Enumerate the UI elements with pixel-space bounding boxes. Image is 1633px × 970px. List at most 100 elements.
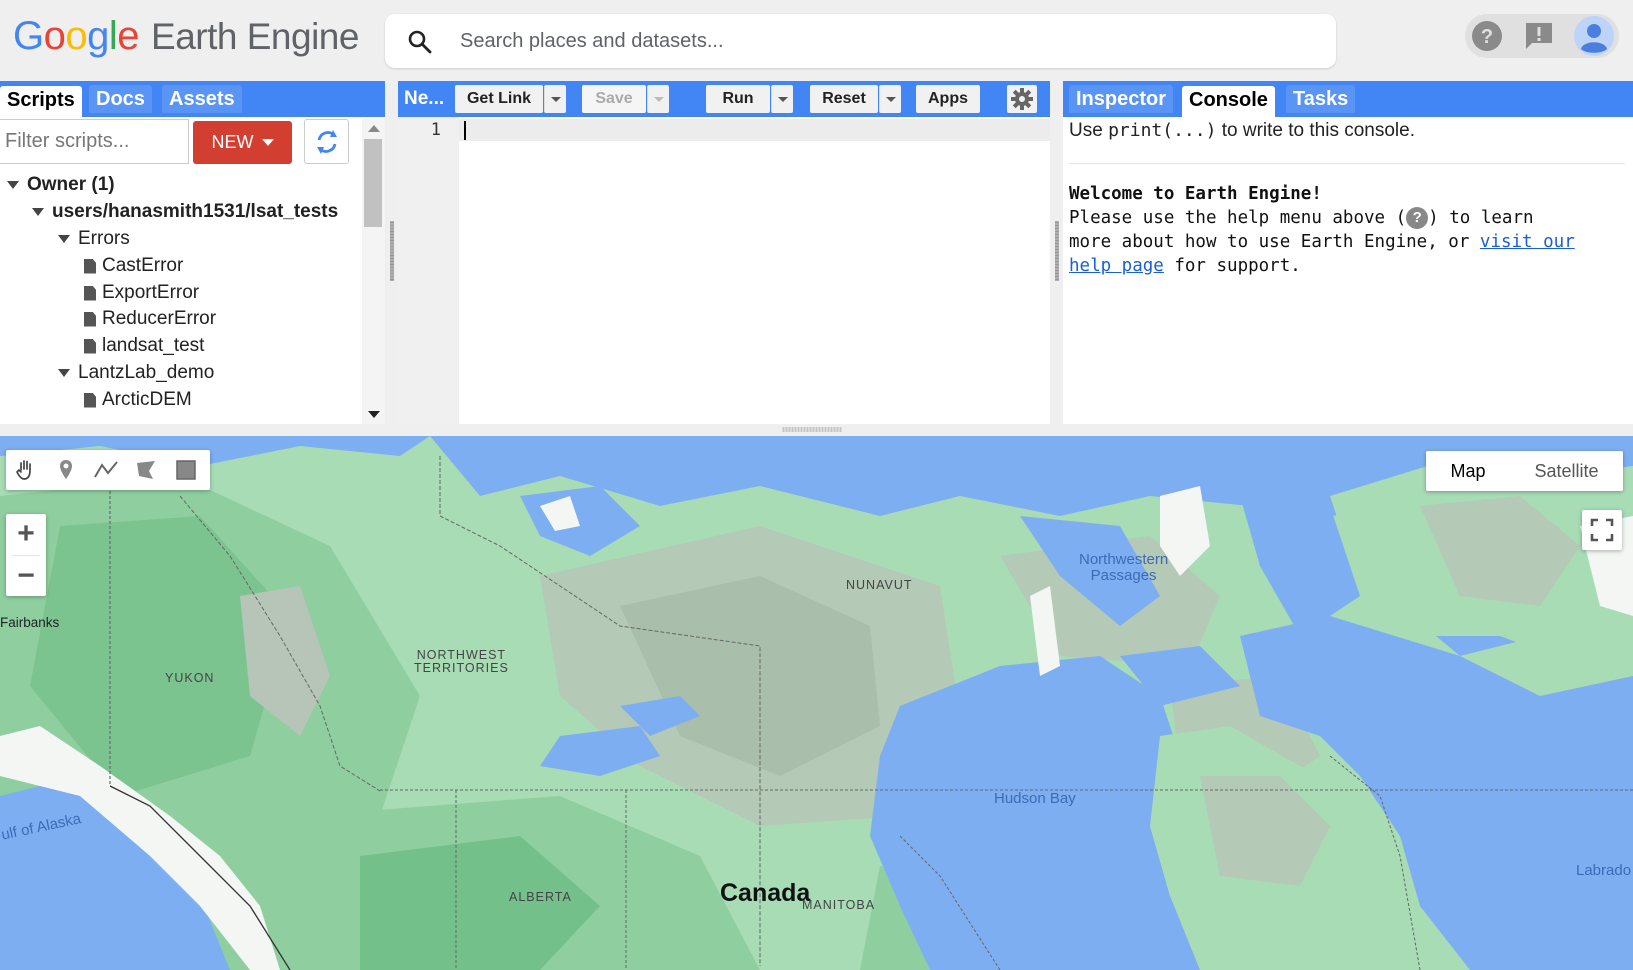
run-dropdown[interactable] bbox=[771, 85, 793, 113]
polygon-tool-icon[interactable] bbox=[126, 450, 166, 490]
maptype-satellite-button[interactable]: Satellite bbox=[1510, 451, 1623, 491]
tab-scripts[interactable]: Scripts bbox=[0, 86, 82, 117]
line-tool-icon[interactable] bbox=[86, 450, 126, 490]
marker-tool-icon[interactable] bbox=[46, 450, 86, 490]
logo-letter: l bbox=[108, 14, 118, 58]
tree-label: CastError bbox=[102, 255, 184, 276]
search-icon[interactable] bbox=[407, 29, 433, 55]
scroll-up-icon[interactable] bbox=[368, 125, 380, 132]
caret-down-icon bbox=[58, 369, 70, 377]
tree-folder-repo[interactable]: users/hanasmith1531/lsat_tests bbox=[32, 199, 338, 225]
get-link-button[interactable]: Get Link bbox=[455, 85, 543, 113]
zoom-in-button[interactable]: + bbox=[6, 514, 46, 554]
tab-assets[interactable]: Assets bbox=[162, 85, 242, 113]
fullscreen-button[interactable] bbox=[1582, 510, 1622, 550]
save-button[interactable]: Save bbox=[582, 85, 646, 113]
tree-file-reducererror[interactable]: ReducerError bbox=[84, 306, 216, 332]
tree-file-arcticdem[interactable]: ArcticDEM bbox=[84, 387, 192, 413]
label-northwest-territories: NORTHWEST TERRITORIES bbox=[414, 648, 509, 675]
label-canada: Canada bbox=[720, 879, 811, 907]
tree-file-exporterror[interactable]: ExportError bbox=[84, 280, 199, 306]
filter-scripts-input[interactable] bbox=[0, 119, 189, 164]
scroll-thumb[interactable] bbox=[364, 139, 382, 227]
zoom-out-button[interactable]: − bbox=[6, 556, 46, 596]
file-icon bbox=[84, 338, 96, 354]
console-hint: Use print(...) to write to this console. bbox=[1069, 120, 1415, 142]
tree-label: LantzLab_demo bbox=[78, 362, 215, 383]
logo-letter: o bbox=[65, 14, 88, 58]
caret-down-icon bbox=[32, 208, 44, 216]
right-tabbar: Inspector Console Tasks bbox=[1063, 81, 1633, 117]
new-script-button[interactable]: NEW bbox=[193, 121, 292, 164]
label-yukon: YUKON bbox=[165, 671, 215, 685]
search-input[interactable] bbox=[460, 14, 1320, 68]
logo-letter: o bbox=[43, 14, 66, 58]
map-type-control: Map Satellite bbox=[1426, 451, 1623, 491]
script-name[interactable]: Ne... bbox=[404, 81, 444, 117]
refresh-icon bbox=[316, 129, 337, 154]
left-splitter[interactable] bbox=[385, 81, 399, 424]
welcome-message: Welcome to Earth Engine! Please use the … bbox=[1069, 182, 1625, 278]
settings-button[interactable] bbox=[1007, 85, 1037, 113]
label-northwestern-passages: Northwestern Passages bbox=[1079, 551, 1169, 584]
save-dropdown[interactable] bbox=[647, 85, 669, 113]
label-nunavut: NUNAVUT bbox=[846, 578, 913, 592]
label-hudson-bay: Hudson Bay bbox=[994, 790, 1076, 807]
line-number: 1 bbox=[430, 120, 441, 140]
tab-console[interactable]: Console bbox=[1182, 86, 1275, 117]
scroll-down-icon[interactable] bbox=[368, 411, 380, 418]
help-icon[interactable]: ? bbox=[1469, 18, 1505, 54]
tree-scrollbar[interactable] bbox=[362, 119, 385, 424]
search-box[interactable] bbox=[385, 14, 1336, 68]
tree-file-casterror[interactable]: CastError bbox=[84, 253, 183, 279]
svg-text:?: ? bbox=[1481, 26, 1493, 48]
hand-tool-icon[interactable] bbox=[6, 450, 46, 490]
map-splitter[interactable] bbox=[0, 424, 1633, 436]
hint-text: Use bbox=[1069, 120, 1109, 141]
maptype-map-button[interactable]: Map bbox=[1426, 451, 1510, 491]
tab-docs[interactable]: Docs bbox=[89, 85, 152, 113]
google-earth-engine-logo[interactable]: Google Earth Engine bbox=[13, 14, 359, 64]
tab-tasks[interactable]: Tasks bbox=[1286, 85, 1356, 113]
right-splitter[interactable] bbox=[1050, 81, 1063, 424]
run-button[interactable]: Run bbox=[706, 85, 770, 113]
splitter-grip bbox=[782, 427, 842, 432]
new-button-label: NEW bbox=[211, 132, 254, 152]
tab-inspector[interactable]: Inspector bbox=[1069, 85, 1174, 113]
text-cursor bbox=[464, 121, 466, 140]
rectangle-tool-icon[interactable] bbox=[166, 450, 206, 490]
welcome-title: Welcome to Earth Engine! bbox=[1069, 184, 1322, 204]
earth-engine-app: Google Earth Engine ? Scripts Docs A bbox=[0, 0, 1633, 970]
feedback-icon[interactable] bbox=[1521, 18, 1557, 54]
fullscreen-icon bbox=[1590, 518, 1614, 542]
zoom-controls: + − bbox=[6, 514, 46, 596]
console-output: Use print(...) to write to this console.… bbox=[1069, 117, 1625, 417]
account-avatar-icon[interactable] bbox=[1573, 16, 1615, 56]
map-view[interactable]: NUNAVUT NORTHWEST TERRITORIES YUKON Fair… bbox=[0, 436, 1633, 970]
file-icon bbox=[84, 258, 96, 274]
get-link-dropdown[interactable] bbox=[544, 85, 566, 113]
reset-button[interactable]: Reset bbox=[810, 85, 878, 113]
active-line-highlight[interactable] bbox=[459, 119, 1050, 141]
base-map[interactable] bbox=[0, 436, 1633, 970]
splitter-grip bbox=[1055, 221, 1059, 281]
label-labrador: Labrado bbox=[1576, 862, 1632, 879]
logo-letter: g bbox=[87, 14, 109, 58]
apps-button[interactable]: Apps bbox=[916, 85, 980, 113]
splitter-grip bbox=[390, 221, 394, 281]
tree-label: landsat_test bbox=[102, 335, 205, 356]
tree-folder-owner[interactable]: Owner (1) bbox=[7, 172, 115, 198]
tree-folder-errors[interactable]: Errors bbox=[58, 226, 130, 252]
reset-dropdown[interactable] bbox=[879, 85, 901, 113]
chevron-down-icon bbox=[261, 139, 274, 146]
welcome-text: Please use the help menu above ( bbox=[1069, 208, 1407, 228]
file-icon bbox=[84, 392, 96, 408]
refresh-button[interactable] bbox=[304, 119, 349, 164]
hint-code: print(...) bbox=[1108, 120, 1217, 141]
tree-folder-lantzlab[interactable]: LantzLab_demo bbox=[58, 360, 214, 386]
welcome-text: ) to learn bbox=[1428, 208, 1534, 228]
tree-file-landsat-test[interactable]: landsat_test bbox=[84, 333, 204, 359]
label-alberta: ALBERTA bbox=[509, 890, 572, 904]
logo-letter: G bbox=[13, 14, 44, 58]
tree-label: Owner (1) bbox=[27, 174, 115, 195]
